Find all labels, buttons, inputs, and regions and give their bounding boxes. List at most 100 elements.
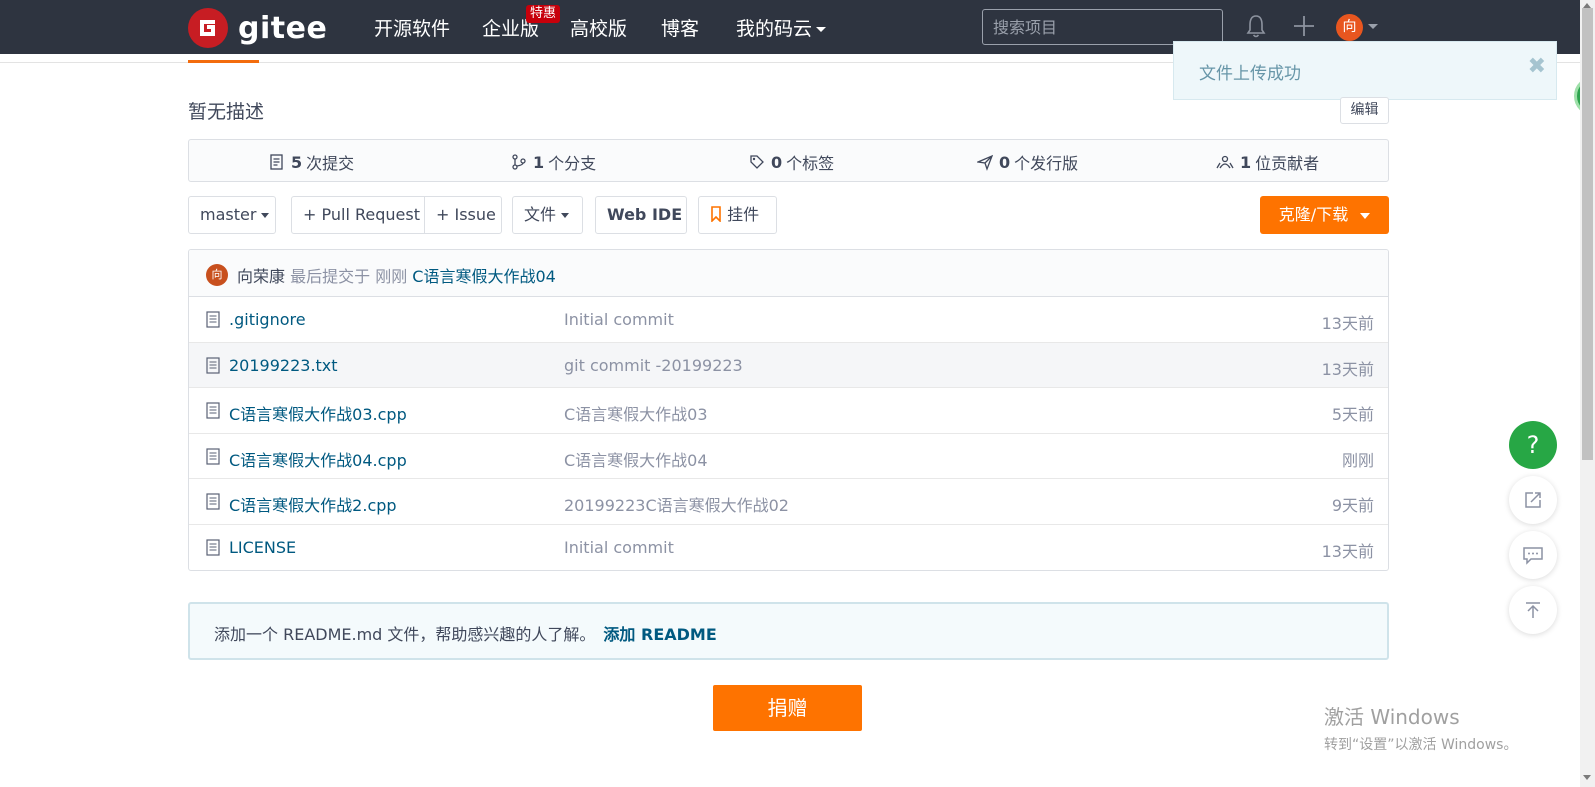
commit-author-avatar[interactable]: 向: [206, 264, 228, 286]
clone-download-button[interactable]: 克隆/下载: [1260, 196, 1389, 234]
add-readme-link[interactable]: 添加 README: [603, 625, 716, 644]
widget-button-label: 挂件: [727, 205, 760, 224]
user-avatar[interactable]: 向: [1336, 14, 1363, 41]
stat-contributors-label: 位贡献者: [1255, 154, 1320, 173]
gitee-logo-icon: [188, 8, 228, 48]
nav-my-gitee[interactable]: 我的码云: [736, 14, 827, 41]
stat-releases-count: 0: [999, 152, 1011, 172]
help-button[interactable]: ?: [1509, 421, 1557, 469]
commit-message[interactable]: C语言寒假大作战04: [412, 267, 556, 286]
readme-notice: 添加一个 README.md 文件，帮助感兴趣的人了解。 添加 README: [188, 602, 1389, 660]
commit-meta: 最后提交于 刚刚: [290, 267, 408, 286]
stat-commits-count: 5: [291, 152, 303, 172]
issue-button[interactable]: + Issue: [424, 196, 502, 234]
file-name-link[interactable]: .gitignore: [229, 310, 306, 329]
windows-activation-watermark: 激活 Windows 转到“设置”以激活 Windows。: [1324, 701, 1517, 754]
file-commit-message[interactable]: Initial commit: [564, 538, 674, 557]
branch-select-label: master: [200, 205, 257, 224]
nav-university[interactable]: 高校版: [570, 14, 627, 41]
file-list: 向 向荣康 最后提交于 刚刚 C语言寒假大作战04 .gitignore Init…: [188, 249, 1389, 571]
upload-success-toast: 文件上传成功 ✖: [1173, 41, 1557, 100]
chevron-down-icon[interactable]: [1368, 24, 1378, 29]
file-commit-time: 13天前: [1321, 541, 1374, 561]
file-commit-time: 刚刚: [1341, 450, 1374, 470]
file-commit-time: 9天前: [1331, 496, 1374, 516]
contributors-icon: [1216, 155, 1234, 169]
active-tab-indicator: [188, 60, 259, 63]
gitee-logo[interactable]: gitee: [188, 8, 327, 48]
comment-button[interactable]: [1509, 531, 1557, 579]
stat-commits[interactable]: 5 次提交: [269, 150, 354, 174]
file-row[interactable]: C语言寒假大作战2.cpp 20199223C语言寒假大作战02 9天前: [189, 479, 1388, 525]
clone-download-label: 克隆/下载: [1278, 205, 1349, 224]
logo-text: gitee: [238, 10, 328, 46]
file-icon: [206, 311, 220, 332]
stat-releases-label: 个发行版: [1014, 154, 1079, 173]
stat-branches[interactable]: 1 个分支: [511, 150, 596, 174]
files-dropdown[interactable]: 文件: [512, 196, 583, 234]
file-commit-time: 5天前: [1331, 405, 1374, 425]
repo-description: 暂无描述: [188, 101, 265, 123]
share-icon: [1525, 492, 1541, 508]
help-icon: ?: [1526, 431, 1540, 459]
chevron-down-icon: [1360, 212, 1371, 219]
edit-description-button[interactable]: 编辑: [1340, 97, 1389, 124]
nav-blog[interactable]: 博客: [661, 14, 699, 41]
commit-author[interactable]: 向荣康: [237, 267, 285, 286]
nav-open-source[interactable]: 开源软件: [374, 14, 450, 41]
branch-select[interactable]: master: [188, 196, 276, 234]
file-icon: [206, 402, 220, 423]
activation-line-2: 转到“设置”以激活 Windows。: [1324, 737, 1518, 753]
activation-line-1: 激活 Windows: [1324, 705, 1460, 729]
donate-button[interactable]: 捐赠: [713, 685, 862, 731]
file-row[interactable]: C语言寒假大作战03.cpp C语言寒假大作战03 5天前: [189, 388, 1388, 434]
file-icon: [206, 493, 220, 514]
scrollbar-thumb[interactable]: [1582, 8, 1593, 460]
file-name-link[interactable]: LICENSE: [229, 538, 296, 557]
stat-tags[interactable]: 0 个标签: [749, 150, 834, 174]
chevron-down-icon: [561, 213, 570, 218]
file-name-link[interactable]: C语言寒假大作战04.cpp: [229, 447, 407, 471]
bookmark-icon: [711, 206, 721, 223]
file-name-link[interactable]: C语言寒假大作战2.cpp: [229, 492, 397, 516]
back-to-top-button[interactable]: [1509, 586, 1557, 634]
share-button[interactable]: [1509, 476, 1557, 524]
file-commit-message[interactable]: C语言寒假大作战04: [564, 447, 708, 471]
stat-contributors[interactable]: 1 位贡献者: [1216, 150, 1319, 174]
stat-branches-label: 个分支: [548, 154, 597, 173]
file-name-link[interactable]: C语言寒假大作战03.cpp: [229, 401, 407, 425]
file-row[interactable]: .gitignore Initial commit 13天前: [189, 297, 1388, 343]
file-row[interactable]: C语言寒假大作战04.cpp C语言寒假大作战04 刚刚: [189, 434, 1388, 480]
file-row[interactable]: 20199223.txt git commit -20199223 13天前: [189, 342, 1388, 389]
nav-special-badge: 特惠: [526, 5, 561, 23]
chevron-down-icon: [816, 27, 827, 32]
toast-message: 文件上传成功: [1199, 64, 1301, 84]
paper-plane-icon: [977, 154, 993, 171]
scroll-down-arrow-icon[interactable]: [1583, 775, 1591, 780]
last-commit-info: 向荣康 最后提交于 刚刚 C语言寒假大作战04: [237, 263, 556, 287]
search-input[interactable]: [982, 9, 1223, 45]
vertical-scrollbar[interactable]: [1580, 0, 1595, 787]
stat-tags-count: 0: [771, 152, 783, 172]
file-name-link[interactable]: 20199223.txt: [229, 356, 338, 375]
bell-icon[interactable]: [1246, 14, 1266, 42]
file-commit-message[interactable]: 20199223C语言寒假大作战02: [564, 492, 789, 516]
file-icon: [206, 539, 220, 560]
file-commit-message[interactable]: git commit -20199223: [564, 356, 743, 375]
close-icon[interactable]: ✖: [1528, 54, 1546, 79]
stat-releases[interactable]: 0 个发行版: [977, 150, 1078, 174]
last-commit-header: 向 向荣康 最后提交于 刚刚 C语言寒假大作战04: [189, 250, 1388, 297]
tag-icon: [750, 155, 764, 169]
files-dropdown-label: 文件: [524, 205, 557, 224]
stat-tags-label: 个标签: [786, 154, 835, 173]
file-commit-message[interactable]: Initial commit: [564, 310, 674, 329]
stat-branches-count: 1: [533, 152, 545, 172]
plus-icon[interactable]: [1292, 14, 1316, 42]
pull-request-button[interactable]: + Pull Request: [291, 196, 425, 234]
file-icon: [206, 448, 220, 469]
file-commit-message[interactable]: C语言寒假大作战03: [564, 401, 708, 425]
file-row[interactable]: LICENSE Initial commit 13天前: [189, 525, 1388, 570]
web-ide-button[interactable]: Web IDE: [595, 196, 687, 234]
widget-button[interactable]: 挂件: [698, 196, 777, 234]
commit-icon: [270, 154, 283, 170]
